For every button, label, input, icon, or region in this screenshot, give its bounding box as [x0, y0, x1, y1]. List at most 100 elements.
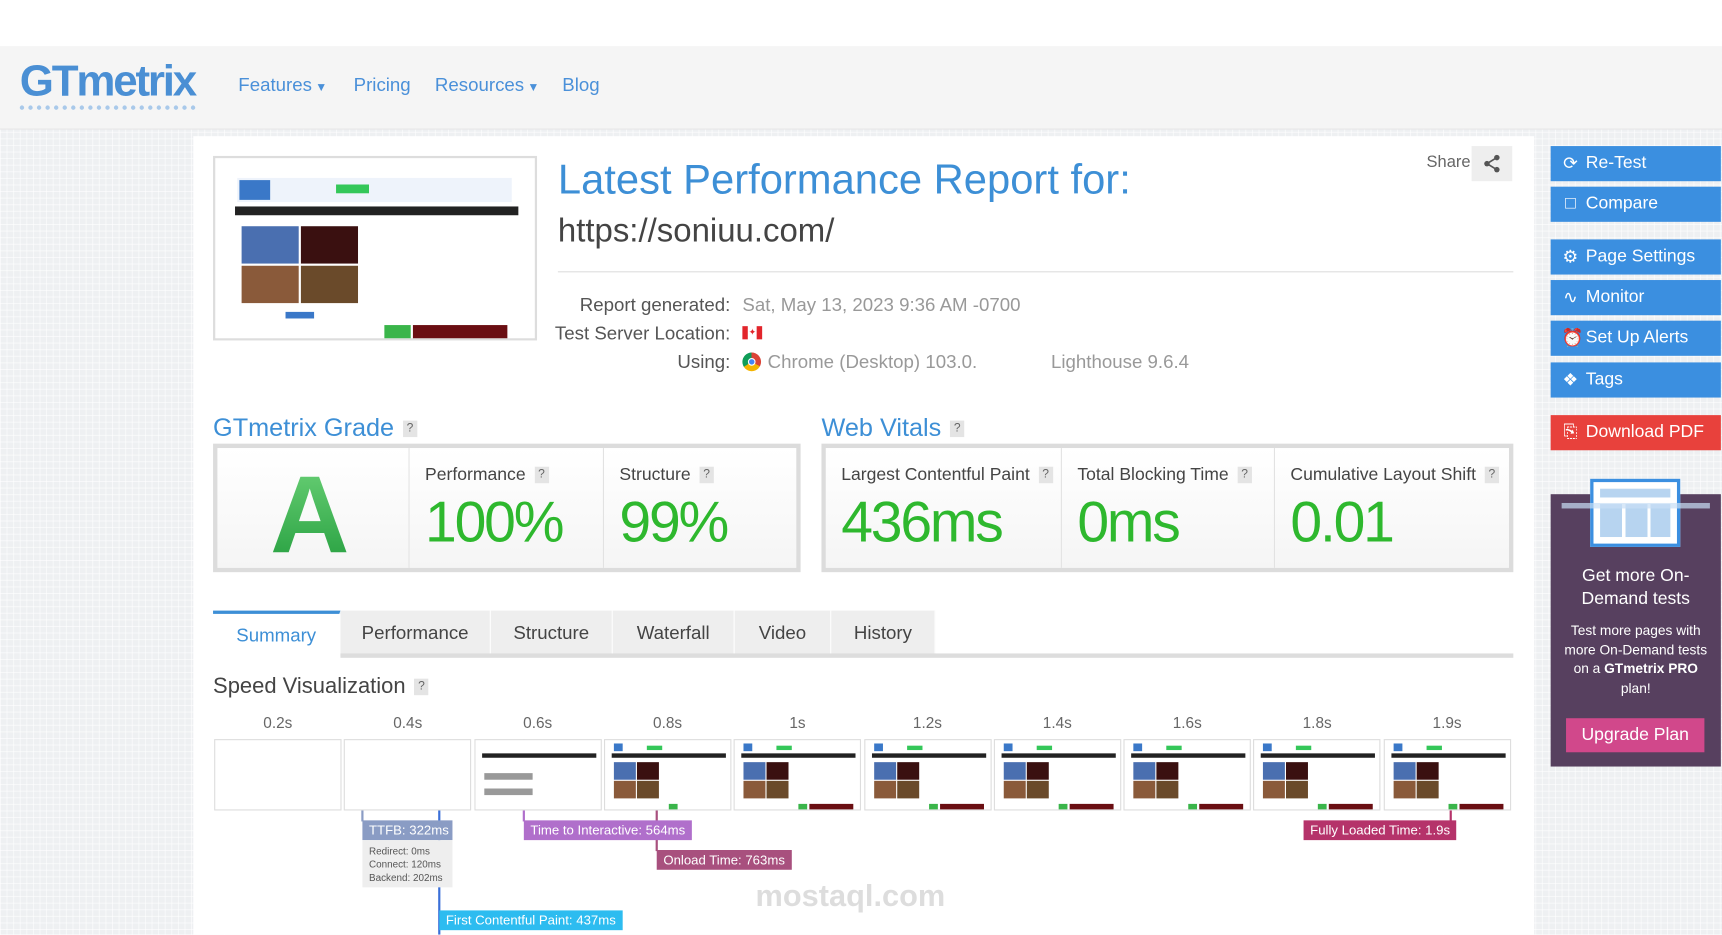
tags-button[interactable]: ❖ Tags [1550, 362, 1721, 398]
connect-time: Connect: 120ms [368, 858, 441, 870]
filmstrip-frame[interactable] [1123, 739, 1251, 811]
share-icon [1483, 154, 1500, 173]
report-tabs: Summary Performance Structure Waterfall … [213, 610, 936, 657]
filmstrip-frame[interactable] [603, 739, 732, 811]
chevron-down-icon: ▼ [315, 81, 328, 95]
monitor-button[interactable]: ∿ Monitor [1550, 280, 1721, 316]
nav-label: Resources [434, 74, 525, 96]
gtmetrix-logo[interactable]: GTmetrix [19, 57, 197, 110]
tti-label: Time to Interactive: 564ms [523, 820, 692, 841]
download-pdf-button[interactable]: ⎘ Download PDF [1550, 415, 1721, 451]
filmstrip-frame[interactable] [214, 739, 342, 811]
tab-structure[interactable]: Structure [490, 610, 613, 657]
grade-letter: A [270, 452, 349, 578]
web-vitals-box: Largest Contentful Paint? 436ms Total Blo… [821, 443, 1514, 573]
tab-performance[interactable]: Performance [340, 610, 491, 657]
pulse-icon: ∿ [1563, 288, 1578, 308]
promo-illustration-bar [1561, 502, 1710, 509]
fcp-label: First Contentful Paint: 437ms [439, 910, 623, 931]
fully-loaded-label: Fully Loaded Time: 1.9s [1303, 820, 1457, 841]
chrome-icon [742, 352, 762, 372]
metric-value: 0.01 [1290, 490, 1395, 555]
help-icon[interactable]: ? [534, 467, 549, 484]
help-icon[interactable]: ? [1237, 467, 1252, 484]
help-icon[interactable]: ? [950, 421, 965, 438]
compare-button[interactable]: □ Compare [1550, 186, 1721, 222]
ttfb-details: Redirect: 0ms Connect: 120ms Backend: 20… [362, 840, 453, 888]
refresh-icon: ⟳ [1563, 154, 1578, 174]
tag-icon: ❖ [1562, 371, 1579, 390]
share-button[interactable] [1471, 146, 1513, 182]
help-icon[interactable]: ? [414, 678, 429, 696]
tab-video[interactable]: Video [734, 610, 832, 657]
tab-summary[interactable]: Summary [213, 610, 341, 657]
report-generated-value: Sat, May 13, 2023 9:36 AM -0700 [742, 294, 1021, 316]
using-label: Using: [677, 351, 731, 373]
timeline-tick: 1.2s [912, 713, 942, 732]
filmstrip-frame[interactable] [473, 739, 602, 811]
gear-icon: ⚙ [1562, 248, 1579, 267]
button-label: Download PDF [1585, 422, 1704, 442]
backend-time: Backend: 202ms [368, 871, 443, 883]
button-label: Re-Test [1585, 153, 1647, 173]
report-url[interactable]: https://soniuu.com/ [558, 213, 835, 250]
timeline-tick: 0.6s [523, 713, 553, 732]
filmstrip-frame[interactable] [344, 739, 472, 811]
timeline-tick: 1.9s [1432, 713, 1462, 732]
alarm-icon: ⏰ [1561, 329, 1584, 349]
help-icon[interactable]: ? [1038, 467, 1053, 484]
metric-value: 0ms [1077, 490, 1181, 555]
metric-value: 100% [425, 490, 564, 555]
divider [557, 271, 1514, 273]
upgrade-plan-button[interactable]: Upgrade Plan [1566, 718, 1705, 753]
speed-visualization-heading: Speed Visualization? [213, 674, 429, 699]
page-settings-button[interactable]: ⚙ Page Settings [1550, 239, 1721, 275]
performance-score: Performance? 100% [409, 448, 605, 568]
timeline-tick: 0.2s [263, 713, 293, 732]
structure-score: Structure? 99% [604, 448, 797, 568]
watermark: mostaql.com [755, 878, 946, 913]
button-label: Tags [1585, 370, 1623, 389]
metric-value: 436ms [841, 490, 1004, 555]
tab-history[interactable]: History [831, 610, 936, 657]
metric-label: Total Blocking Time [1077, 465, 1229, 485]
set-up-alerts-button[interactable]: ⏰ Set Up Alerts [1550, 320, 1721, 356]
page-screenshot-thumbnail [213, 155, 538, 341]
pdf-icon: ⎘ [1563, 422, 1578, 442]
re-test-button[interactable]: ⟳ Re-Test [1550, 146, 1721, 182]
nav-blog[interactable]: Blog [562, 75, 599, 97]
tbt-metric: Total Blocking Time? 0ms [1061, 448, 1276, 568]
filmstrip-frame[interactable] [733, 739, 862, 811]
timeline-tick: 0.4s [393, 713, 423, 732]
help-icon[interactable]: ? [402, 421, 418, 438]
top-bar [0, 0, 1722, 47]
redirect-time: Redirect: 0ms [368, 845, 430, 857]
promo-text-part: plan! [1620, 680, 1651, 696]
timeline-tick: 1s [789, 713, 806, 732]
heading-text: Web Vitals [821, 412, 942, 442]
filmstrip-frame[interactable] [863, 739, 992, 811]
filmstrip-frame[interactable] [1383, 739, 1511, 811]
help-icon[interactable]: ? [699, 467, 714, 484]
filmstrip-frame[interactable] [993, 739, 1122, 811]
timeline-tick: 1.4s [1042, 713, 1072, 732]
button-label: Compare [1585, 194, 1659, 214]
ttfb-label: TTFB: 322ms [362, 820, 453, 841]
button-label: Monitor [1585, 287, 1645, 307]
heading-text: Speed Visualization [213, 674, 406, 699]
nav-pricing[interactable]: Pricing [354, 75, 411, 97]
site-header: GTmetrix Features ▼ Pricing Resources ▼ Bl… [0, 46, 1722, 130]
tab-waterfall[interactable]: Waterfall [612, 610, 735, 657]
filmstrip-frame[interactable] [1253, 739, 1381, 811]
promo-brand: GTmetrix PRO [1604, 661, 1698, 677]
nav-features[interactable]: Features ▼ [238, 75, 327, 97]
nav-resources[interactable]: Resources ▼ [435, 75, 540, 97]
help-icon[interactable]: ? [1484, 467, 1500, 484]
metric-value: 99% [619, 490, 729, 555]
promo-heading: Get more On-Demand tests [1581, 566, 1690, 609]
chevron-down-icon: ▼ [527, 81, 540, 95]
grade-box: A Performance? 100% Structure? 99% [213, 443, 801, 577]
metric-label: Performance [425, 465, 526, 485]
compare-icon: □ [1565, 194, 1576, 214]
metric-label: Structure [619, 465, 691, 485]
